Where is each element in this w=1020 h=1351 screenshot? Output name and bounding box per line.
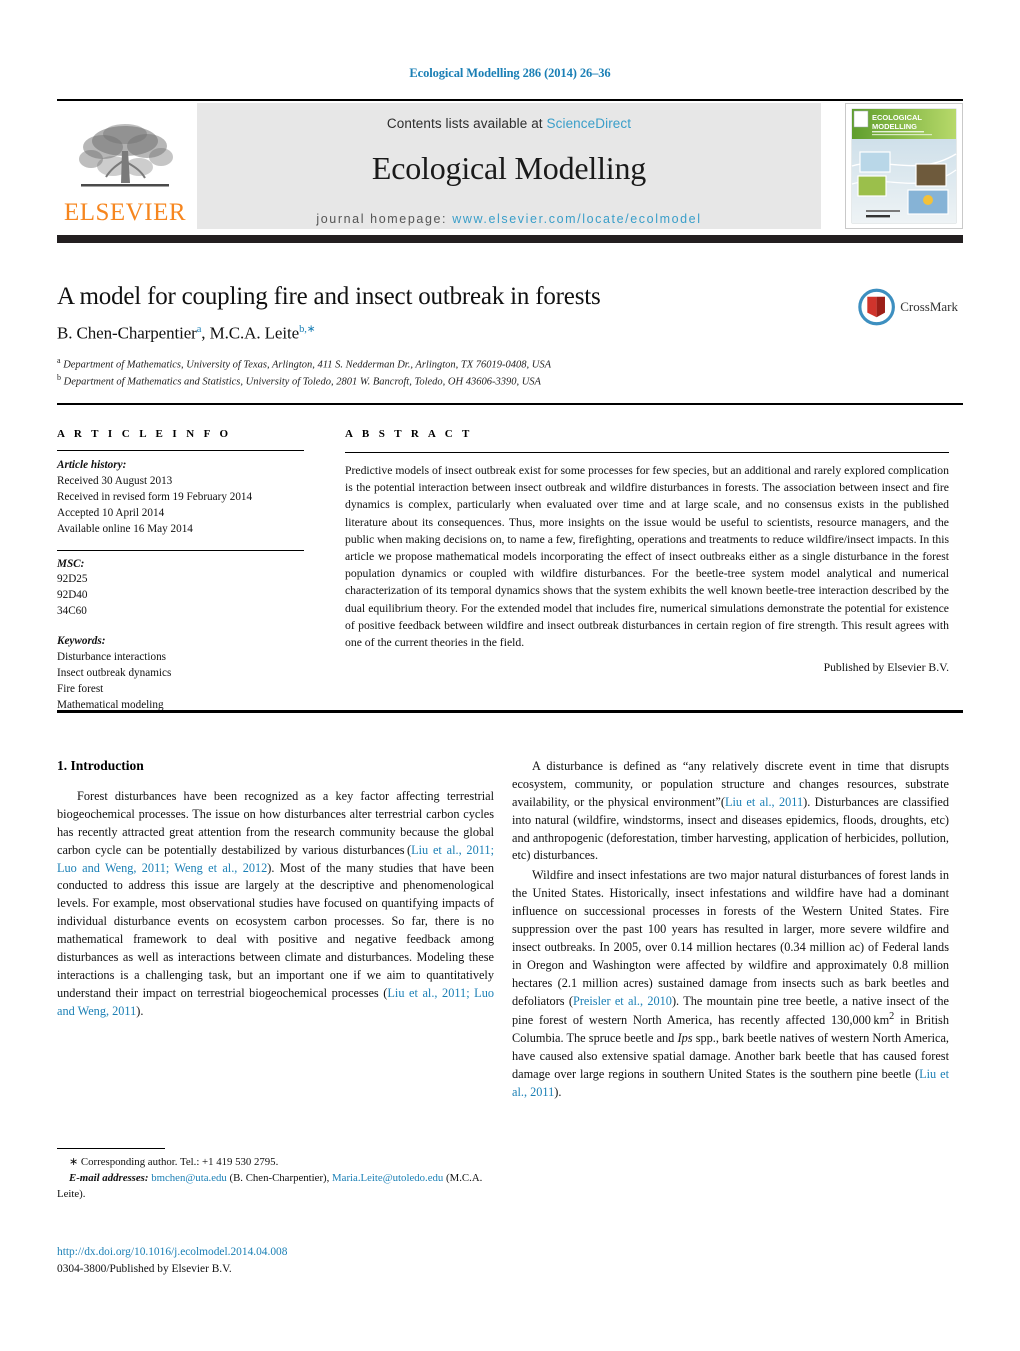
journal-article-page: Ecological Modelling 286 (2014) 26–36 EL… [0,0,1020,1351]
crossmark-icon [858,288,895,326]
paragraph: A disturbance is defined as “any relativ… [512,759,949,863]
history-item: Accepted 10 April 2014 [57,506,165,519]
article-info-column: A R T I C L E I N F O Article history: R… [57,428,304,714]
footnote-rule [57,1148,165,1149]
info-top-rule [57,403,963,405]
history-item: Received 30 August 2013 [57,474,173,487]
elsevier-logo: ELSEVIER [57,103,193,229]
info-bottom-rule [57,710,963,713]
author-list: B. Chen-Charpentiera, M.C.A. Leiteb,∗ [57,323,316,343]
history-item: Available online 16 May 2014 [57,522,193,535]
published-by: Published by Elsevier B.V. [823,661,949,675]
affiliations: a Department of Mathematics, University … [57,355,847,390]
msc-item: 34C60 [57,605,87,618]
journal-homepage-link[interactable]: www.elsevier.com/locate/ecolmodel [452,212,701,226]
journal-homepage-line: journal homepage: www.elsevier.com/locat… [197,212,821,226]
email-link-2[interactable]: Maria.Leite@utoledo.edu [332,1172,443,1184]
journal-banner: Contents lists available at ScienceDirec… [197,103,821,229]
article-info-heading: A R T I C L E I N F O [57,428,232,440]
article-info-rule [57,450,304,451]
keywords-label: Keywords: [57,635,106,648]
msc-label: MSC: [57,557,85,570]
elsevier-tree-icon [79,124,173,187]
email-addresses-label: E-mail addresses: [69,1171,149,1184]
body-column-right: A disturbance is defined as “any relativ… [512,758,949,1104]
section-heading-introduction: 1. Introduction [57,758,144,773]
svg-text:MODELLING: MODELLING [872,122,917,131]
issn-line: 0304-3800/Published by Elsevier B.V. [57,1263,232,1276]
affiliation-b-text: Department of Mathematics and Statistics… [63,376,541,388]
email-addresses-note: E-mail addresses: bmchen@uta.edu (B. Che… [57,1171,494,1202]
journal-header-band: ELSEVIER Contents lists available at Sci… [57,103,963,229]
header-top-rule [57,99,963,101]
keywords-group: Keywords: Disturbance interactions Insec… [57,634,304,714]
running-head: Ecological Modelling 286 (2014) 26–36 [409,66,611,80]
affiliation-b: b Department of Mathematics and Statisti… [57,373,541,388]
paragraph: Wildfire and insect infestations are two… [512,868,949,1100]
abstract-column: A B S T R A C T Predictive models of ins… [345,428,949,674]
header-dark-bar [57,235,963,243]
article-info-rule-2 [57,549,304,551]
page-title: A model for coupling fire and insect out… [57,283,601,310]
footnote-block: ∗ Corresponding author. Tel.: +1 419 530… [57,1155,494,1202]
contents-lists-line: Contents lists available at ScienceDirec… [197,103,821,131]
msc-item: 92D40 [57,589,88,602]
journal-cover-thumbnail: ECOLOGICAL MODELLING [845,103,963,229]
journal-title: Ecological Modelling [371,150,647,186]
msc-item: 92D25 [57,573,88,586]
keyword-item: Disturbance interactions [57,651,167,664]
article-history-label: Article history: [57,459,127,471]
abstract-text: Predictive models of insect outbreak exi… [345,464,949,650]
abstract-heading: A B S T R A C T [345,428,473,440]
affiliation-a-text: Department of Mathematics, University of… [63,359,552,371]
affiliation-a: a Department of Mathematics, University … [57,355,552,371]
elsevier-wordmark: ELSEVIER [63,199,187,226]
footer-doi-block: http://dx.doi.org/10.1016/j.ecolmodel.20… [57,1244,494,1278]
email-owner-1: (B. Chen-Charpentier), [229,1171,330,1184]
contents-prefix: Contents lists available at [386,116,547,131]
msc-group: MSC: 92D25 92D40 34C60 [57,557,304,621]
journal-cover-image: ECOLOGICAL MODELLING [846,104,962,228]
body-column-left: 1. Introduction Forest disturbances have… [57,758,494,1023]
sciencedirect-link[interactable]: ScienceDirect [547,116,632,131]
abstract-rule [345,452,949,453]
keyword-item: Insect outbreak dynamics [57,666,172,679]
article-history-group: Article history: Received 30 August 2013… [57,458,304,538]
crossmark-badge[interactable]: CrossMark [858,282,958,332]
doi-link[interactable]: http://dx.doi.org/10.1016/j.ecolmodel.20… [57,1246,287,1258]
homepage-prefix: journal homepage: [316,212,453,226]
paragraph: Forest disturbances have been recognized… [57,789,494,1018]
crossmark-label: CrossMark [900,299,958,314]
history-item: Received in revised form 19 February 201… [57,490,253,503]
email-link-1[interactable]: bmchen@uta.edu [151,1172,227,1184]
svg-text:ECOLOGICAL: ECOLOGICAL [872,113,922,122]
corresponding-author-note: ∗ Corresponding author. Tel.: +1 419 530… [69,1156,279,1168]
title-block: A model for coupling fire and insect out… [57,283,847,390]
keyword-item: Fire forest [57,682,104,695]
